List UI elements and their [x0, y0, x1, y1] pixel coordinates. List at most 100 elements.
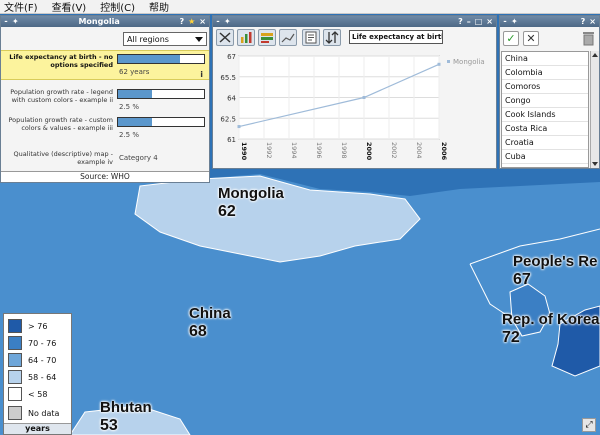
legend-item: 70 - 76 [8, 335, 56, 351]
help-icon[interactable]: ? [458, 17, 463, 26]
info-icon[interactable]: i [200, 70, 203, 79]
legend-swatch [8, 387, 22, 401]
chevron-down-icon [195, 36, 203, 42]
legend-item: 64 - 70 [8, 352, 56, 368]
y-tick-label: 61 [227, 136, 236, 144]
list-item[interactable]: Congo [502, 94, 588, 108]
list-item[interactable]: Croatia [502, 136, 588, 150]
text-view-button[interactable] [302, 29, 320, 46]
indicator-bar-fill [118, 55, 180, 63]
drag-handle-icon[interactable]: ⁃ [4, 17, 8, 26]
menu-view[interactable]: 查看(V) [52, 0, 87, 14]
legend-marker [447, 60, 450, 63]
check-all-button[interactable]: ✓ [503, 31, 519, 46]
legend-label: No data [28, 408, 60, 418]
region-select[interactable]: All regions [123, 32, 207, 46]
indicator-row-growth-ii[interactable]: Population growth rate - legend with cus… [1, 86, 209, 116]
list-item[interactable]: Cuba [502, 150, 588, 164]
list-item[interactable]: Cook Islands [502, 108, 588, 122]
x-tick-label: 2004 [415, 142, 423, 159]
chart-panel-titlebar[interactable]: ⁃ ✦ ? – □ × [213, 16, 496, 27]
country-list-titlebar[interactable]: ⁃ ✦ ? × [500, 16, 599, 27]
y-tick-label: 65.5 [220, 74, 236, 82]
indicator-panel-titlebar[interactable]: ⁃ ✦ Mongolia ? ★ × [1, 16, 209, 27]
list-item[interactable]: Costa Rica [502, 122, 588, 136]
legend-swatch [8, 406, 22, 420]
indicator-bar [117, 54, 205, 64]
country-list-scrollbar[interactable] [590, 51, 599, 168]
legend-label: 64 - 70 [28, 355, 57, 365]
indicator-row-growth-iii[interactable]: Population growth rate - custom colors &… [1, 114, 209, 144]
line-chart[interactable]: 61 62.5 64 65.5 67 1990 1992 1994 1996 1998 2000 20… [213, 48, 496, 168]
menu-file[interactable]: 文件(F) [4, 0, 38, 14]
bar-chart-button[interactable] [237, 29, 255, 46]
pin-icon[interactable]: ✦ [12, 17, 19, 26]
x-tick-label: 1998 [340, 142, 348, 159]
clear-selection-button[interactable]: ✕ [523, 31, 539, 46]
minimize-icon[interactable]: – [467, 17, 471, 26]
list-item[interactable]: Colombia [502, 66, 588, 80]
x-tick-label: 2000 [365, 142, 373, 161]
menu-control[interactable]: 控制(C) [100, 0, 135, 14]
drag-handle-icon[interactable]: ⁃ [503, 17, 507, 26]
indicator-value: 2.5 % [119, 103, 140, 111]
help-icon[interactable]: ? [581, 17, 586, 26]
maximize-icon[interactable]: □ [475, 17, 483, 26]
indicator-row-qualitative[interactable]: Qualitative (descriptive) map - example … [1, 142, 209, 172]
star-icon[interactable]: ★ [188, 17, 195, 26]
legend-label: 58 - 64 [28, 372, 57, 382]
data-point [437, 62, 441, 66]
label-mongolia: Mongolia 62 [218, 185, 284, 220]
x-tick-label: 1992 [265, 142, 273, 159]
country-list[interactable]: China Colombia Comoros Congo Cook Island… [501, 51, 589, 168]
legend-label: 70 - 76 [28, 338, 57, 348]
scatter-plot-button[interactable] [216, 29, 234, 46]
legend-label: Mongolia [453, 58, 485, 66]
legend-item: No data [8, 405, 59, 421]
pin-icon[interactable]: ✦ [224, 17, 231, 26]
close-icon[interactable]: × [199, 17, 206, 26]
legend-label: < 58 [28, 389, 48, 399]
indicator-select[interactable]: Life expectancy at birth [349, 30, 443, 44]
table-view-button[interactable] [258, 29, 276, 46]
legend-item: 58 - 64 [8, 369, 56, 385]
line-chart-button[interactable] [279, 29, 297, 46]
indicator-label: Qualitative (descriptive) map - example … [13, 150, 113, 167]
indicator-panel: ⁃ ✦ Mongolia ? ★ × All regions Life expecta… [0, 15, 210, 183]
legend-item: < 58 [8, 386, 47, 402]
help-icon[interactable]: ? [179, 17, 184, 26]
data-point [362, 96, 366, 99]
scroll-up-icon[interactable] [592, 53, 598, 57]
indicator-bar [117, 117, 205, 127]
legend-unit: years [4, 423, 71, 434]
label-china: China 68 [189, 305, 231, 340]
indicator-row-life-expectancy[interactable]: Life expectancy at birth - no options sp… [1, 50, 209, 80]
data-point [237, 125, 241, 129]
legend-swatch [8, 319, 22, 333]
source-text: Source: WHO [1, 171, 209, 182]
legend-swatch [8, 353, 22, 367]
close-icon[interactable]: × [486, 17, 493, 26]
list-item[interactable]: Comoros [502, 80, 588, 94]
indicator-value: 2.5 % [119, 131, 140, 139]
legend-swatch [8, 336, 22, 350]
indicator-bar [117, 89, 205, 99]
fullscreen-icon[interactable]: ⤢ [582, 418, 596, 432]
pin-icon[interactable]: ✦ [511, 17, 518, 26]
menu-bar: 文件(F) 查看(V) 控制(C) 帮助 [0, 0, 600, 14]
x-tick-label: 2002 [390, 142, 398, 159]
scroll-down-icon[interactable] [592, 162, 598, 166]
indicator-select-value: Life expectancy at birth [352, 33, 443, 41]
drag-handle-icon[interactable]: ⁃ [216, 17, 220, 26]
sort-button[interactable] [323, 29, 341, 46]
indicator-label: Life expectancy at birth - no options sp… [9, 53, 113, 70]
list-item[interactable]: China [502, 52, 588, 66]
menu-help[interactable]: 帮助 [149, 0, 169, 14]
trash-icon[interactable] [582, 30, 595, 46]
label-bhutan: Bhutan 53 [100, 399, 152, 434]
region-select-value: All regions [127, 34, 169, 44]
indicator-value: Category 4 [119, 154, 158, 162]
close-icon[interactable]: × [589, 17, 596, 26]
map-legend: > 76 70 - 76 64 - 70 58 - 64 < 58 No dat… [3, 313, 72, 435]
legend-label: > 76 [28, 321, 48, 331]
